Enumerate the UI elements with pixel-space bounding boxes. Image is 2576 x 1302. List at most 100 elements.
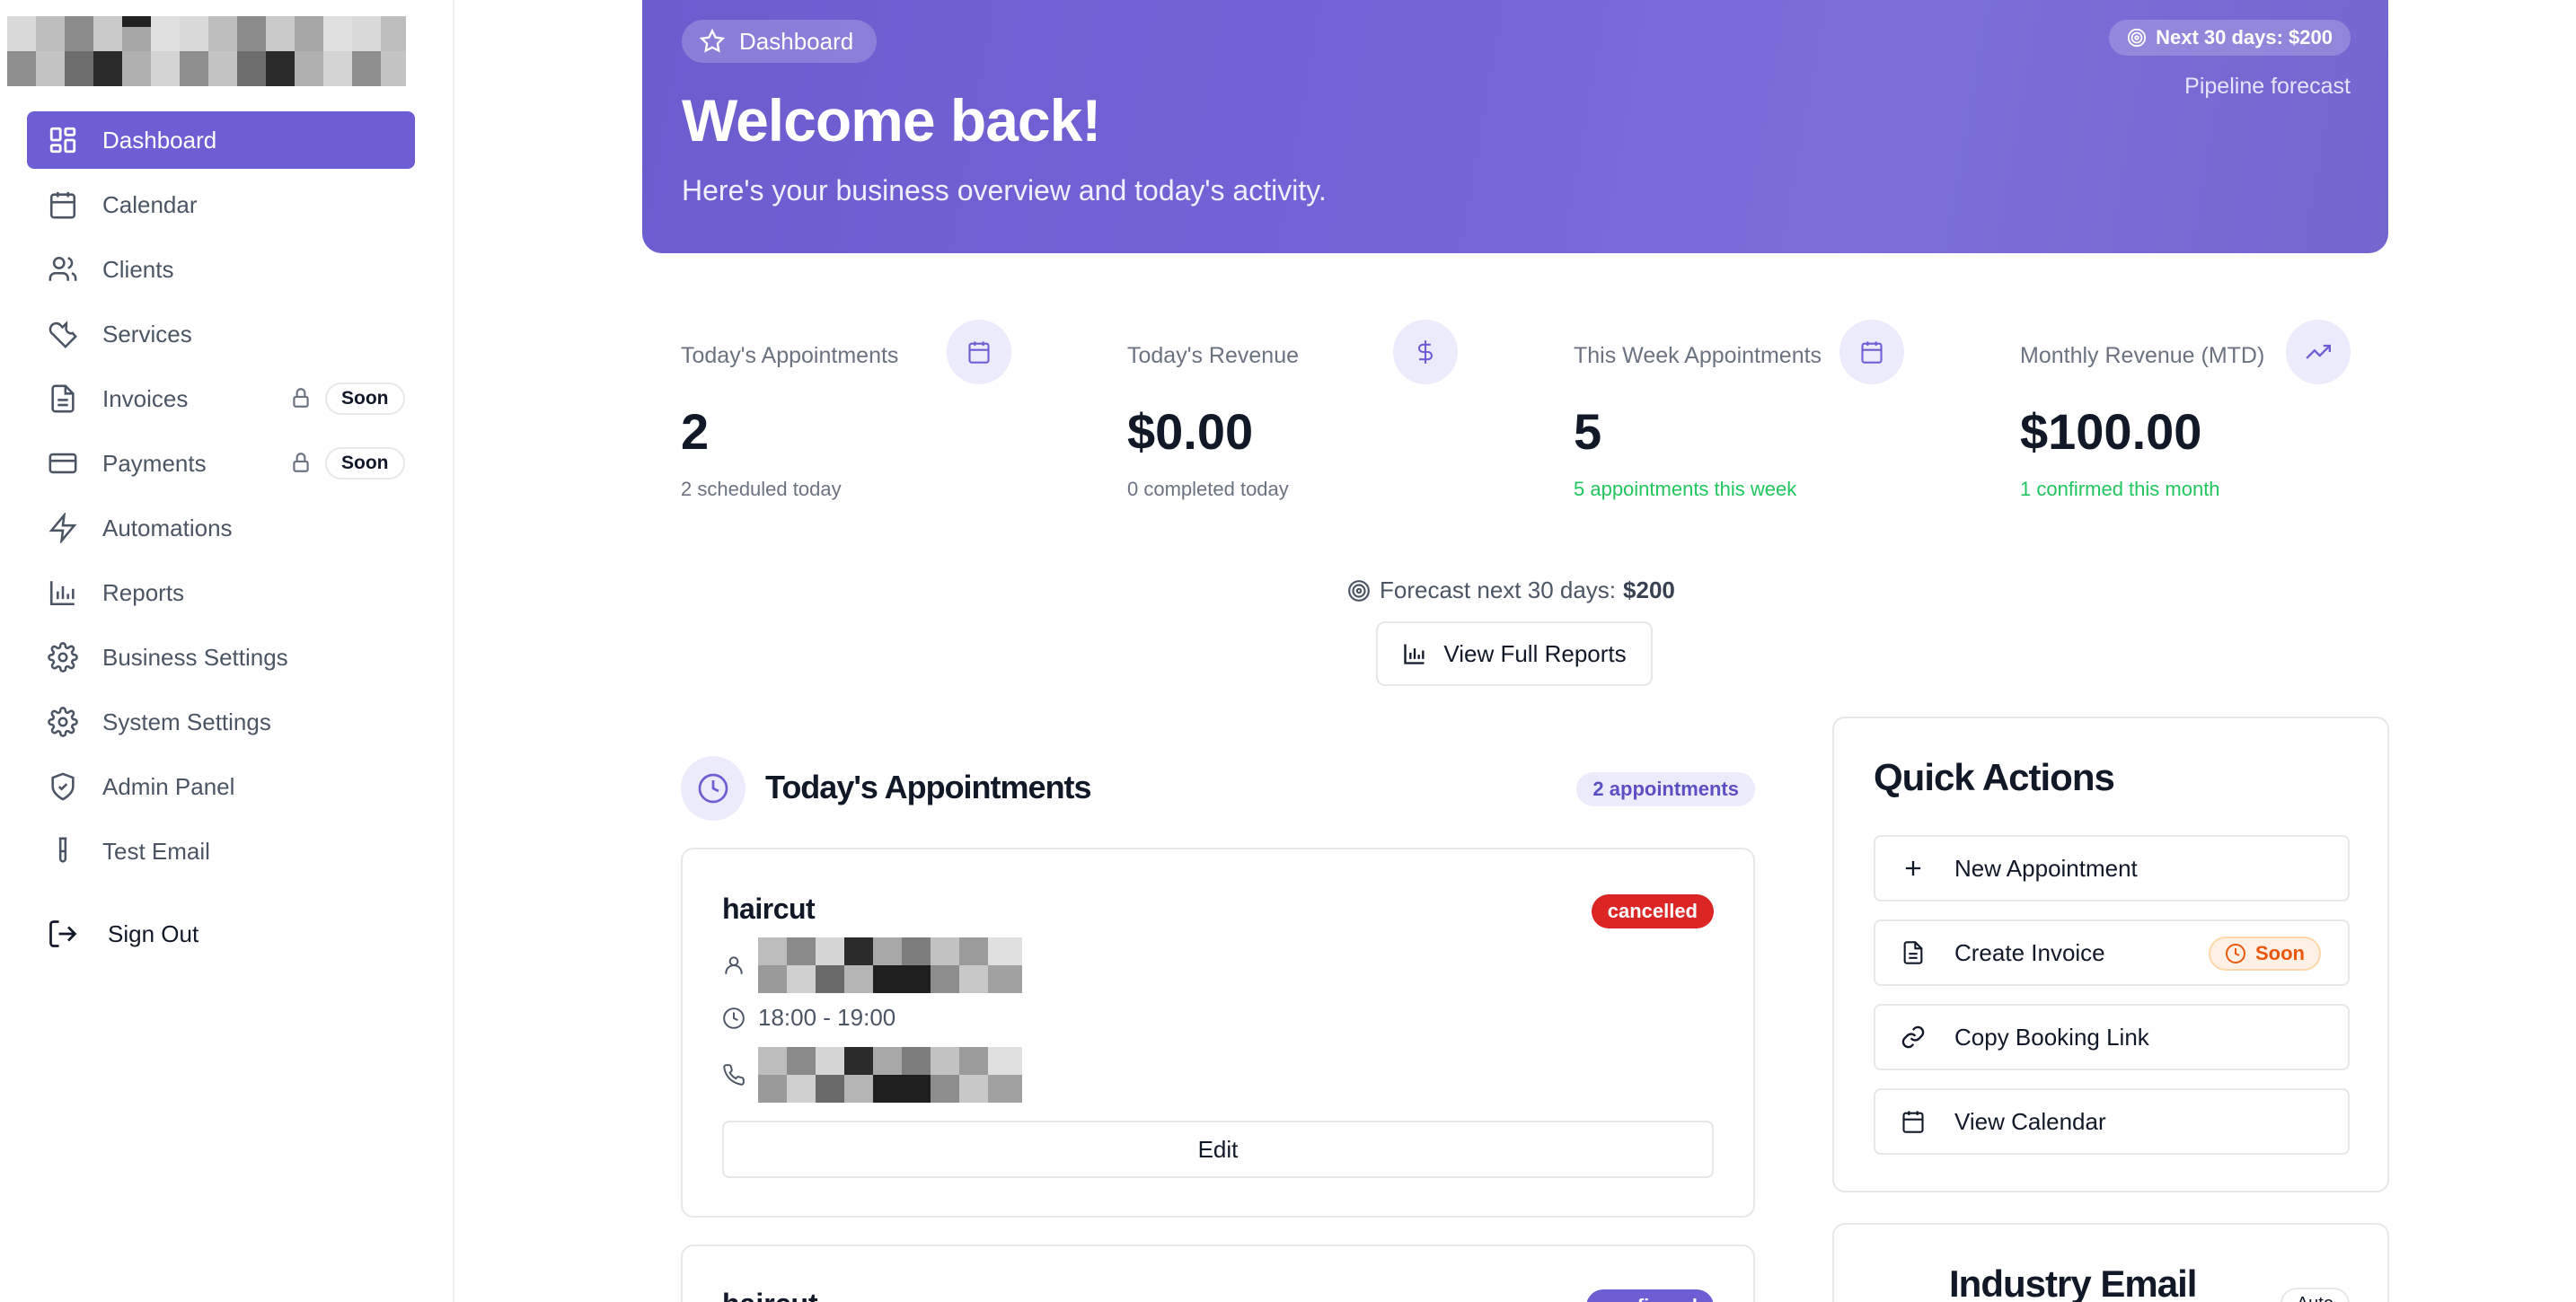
quick-action-label: New Appointment bbox=[1954, 854, 2138, 882]
stat-note: 1 confirmed this month bbox=[2020, 478, 2220, 500]
sidebar-item-label: Clients bbox=[102, 255, 174, 283]
sidebar: Dashboard Calendar Clients Services Invo… bbox=[0, 0, 454, 1302]
sidebar-item-dashboard[interactable]: Dashboard bbox=[27, 111, 415, 169]
sidebar-item-label: Calendar bbox=[102, 190, 198, 218]
sidebar-item-reports[interactable]: Reports bbox=[27, 564, 415, 621]
stat-value: 5 bbox=[1574, 403, 1602, 460]
redacted-phone-number bbox=[758, 1047, 1022, 1103]
industry-email-title: Industry Email bbox=[1949, 1262, 2197, 1302]
stat-label: Monthly Revenue (MTD) bbox=[2020, 343, 2265, 368]
sidebar-item-label: Invoices bbox=[102, 384, 189, 412]
credit-card-icon bbox=[47, 447, 79, 479]
edit-appointment-button[interactable]: Edit bbox=[722, 1121, 1714, 1178]
appointments-count-badge: 2 appointments bbox=[1576, 772, 1755, 806]
stat-todays-appointments: Today's Appointments 2 2 scheduled today bbox=[681, 320, 1076, 517]
appointment-service: haircut bbox=[722, 1288, 818, 1302]
target-icon bbox=[2128, 28, 2147, 48]
calendar-icon bbox=[947, 320, 1011, 384]
dashboard-icon bbox=[47, 124, 79, 156]
sidebar-item-label: Automations bbox=[102, 514, 233, 541]
app-root: Dashboard Calendar Clients Services Invo… bbox=[0, 0, 2576, 1302]
sidebar-item-calendar[interactable]: Calendar bbox=[27, 176, 415, 233]
appointment-service: haircut bbox=[722, 893, 816, 925]
clock-icon bbox=[723, 1007, 745, 1029]
sidebar-item-label: Dashboard bbox=[102, 126, 217, 154]
calendar-icon bbox=[47, 189, 79, 221]
phone-row bbox=[722, 1047, 1022, 1103]
sidebar-item-system-settings[interactable]: System Settings bbox=[27, 693, 415, 751]
copy-booking-link-button[interactable]: Copy Booking Link bbox=[1874, 1004, 2350, 1070]
sidebar-item-automations[interactable]: Automations bbox=[27, 499, 415, 557]
sidebar-item-services[interactable]: Services bbox=[27, 305, 415, 363]
stat-label: Today's Appointments bbox=[681, 343, 899, 368]
link-icon bbox=[1901, 1025, 1925, 1049]
forecast-value: $200 bbox=[1623, 576, 1675, 603]
sidebar-nav: Dashboard Calendar Clients Services Invo… bbox=[27, 111, 415, 887]
stat-monthly-revenue: Monthly Revenue (MTD) $100.00 1 confirme… bbox=[2020, 320, 2415, 517]
page-title: Welcome back! bbox=[682, 87, 1101, 154]
stats-row: Today's Appointments 2 2 scheduled today… bbox=[681, 320, 2351, 517]
view-full-reports-label: View Full Reports bbox=[1443, 639, 1627, 667]
quick-action-label: View Calendar bbox=[1954, 1107, 2106, 1135]
status-badge: confirmed bbox=[1585, 1289, 1714, 1302]
trending-up-icon bbox=[2286, 320, 2351, 384]
sidebar-item-label: Payments bbox=[102, 449, 207, 477]
create-invoice-button[interactable]: Create Invoice Soon bbox=[1874, 919, 2350, 986]
soon-badge: Soon bbox=[2209, 937, 2321, 971]
view-calendar-button[interactable]: View Calendar bbox=[1874, 1088, 2350, 1155]
industry-email-card: Industry Email Auto bbox=[1832, 1223, 2389, 1302]
zap-icon bbox=[47, 512, 79, 544]
log-out-icon bbox=[49, 920, 77, 947]
target-icon bbox=[1348, 579, 1370, 602]
calendar-icon bbox=[1902, 1111, 1924, 1133]
sidebar-item-label: Business Settings bbox=[102, 643, 288, 671]
sidebar-item-clients[interactable]: Clients bbox=[27, 241, 415, 298]
appointment-card: haircut cancelled 18:00 - 19:00 Edit bbox=[681, 848, 1755, 1218]
quick-action-label: Copy Booking Link bbox=[1954, 1023, 2149, 1051]
soon-badge: Soon bbox=[325, 447, 405, 479]
page-subtitle: Here's your business overview and today'… bbox=[682, 174, 1327, 207]
logo[interactable] bbox=[7, 16, 406, 86]
stat-week-appointments: This Week Appointments 5 5 appointments … bbox=[1574, 320, 1969, 517]
quick-action-label: Create Invoice bbox=[1954, 938, 2105, 966]
dollar-icon bbox=[1393, 320, 1458, 384]
sidebar-item-label: Reports bbox=[102, 578, 185, 606]
stat-note: 5 appointments this week bbox=[1574, 478, 1797, 500]
sidebar-item-payments[interactable]: Payments Soon bbox=[27, 435, 415, 492]
todays-appointments-header: Today's Appointments 2 appointments bbox=[681, 756, 1755, 821]
test-tube-icon bbox=[47, 835, 79, 867]
sidebar-item-test-email[interactable]: Test Email bbox=[27, 823, 415, 880]
quick-actions-title: Quick Actions bbox=[1874, 756, 2115, 798]
appointment-card: haircut confirmed bbox=[681, 1245, 1755, 1302]
sidebar-item-admin-panel[interactable]: Admin Panel bbox=[27, 758, 415, 815]
stat-todays-revenue: Today's Revenue $0.00 0 completed today bbox=[1127, 320, 1522, 517]
plus-icon bbox=[1905, 860, 1921, 876]
stat-label: Today's Revenue bbox=[1127, 343, 1300, 368]
client-row bbox=[722, 937, 1022, 993]
sign-out-label: Sign Out bbox=[108, 919, 199, 947]
sidebar-item-business-settings[interactable]: Business Settings bbox=[27, 629, 415, 686]
quick-actions-card: Quick Actions New Appointment Create Inv… bbox=[1832, 717, 2389, 1192]
user-icon bbox=[725, 956, 743, 974]
sign-out-button[interactable]: Sign Out bbox=[47, 918, 198, 950]
view-full-reports-button[interactable]: View Full Reports bbox=[1376, 621, 1653, 686]
new-appointment-button[interactable]: New Appointment bbox=[1874, 835, 2350, 902]
stat-label: This Week Appointments bbox=[1574, 343, 1822, 368]
clock-icon bbox=[681, 756, 745, 821]
calendar-grid-icon bbox=[1839, 320, 1904, 384]
lock-icon bbox=[293, 388, 309, 408]
stat-value: $100.00 bbox=[2020, 403, 2202, 460]
sidebar-item-invoices[interactable]: Invoices Soon bbox=[27, 370, 415, 427]
lock-icon bbox=[293, 453, 309, 472]
auto-badge: Auto bbox=[2280, 1288, 2350, 1302]
pipeline-forecast-label: Pipeline forecast bbox=[2184, 74, 2351, 99]
star-icon bbox=[700, 29, 725, 53]
soon-badge-label: Soon bbox=[2255, 942, 2305, 964]
forecast-badge: Next 30 days: $200 bbox=[2109, 20, 2351, 56]
stat-note: 0 completed today bbox=[1127, 478, 1289, 500]
dashboard-pill-label: Dashboard bbox=[739, 27, 854, 55]
time-row: 18:00 - 19:00 bbox=[722, 1004, 895, 1032]
stat-value: 2 bbox=[681, 403, 710, 460]
appointment-time: 18:00 - 19:00 bbox=[758, 1004, 896, 1031]
status-badge: cancelled bbox=[1591, 894, 1714, 928]
